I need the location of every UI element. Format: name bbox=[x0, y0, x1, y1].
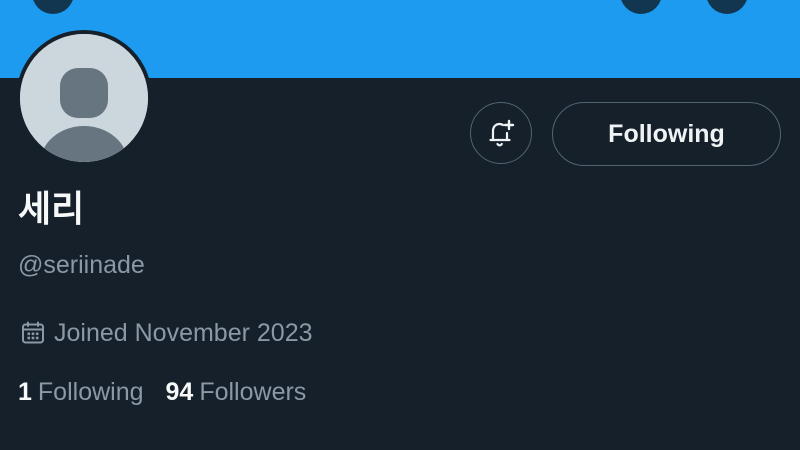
display-name: 세리 bbox=[18, 189, 85, 230]
following-label: Following bbox=[37, 378, 144, 406]
follow-stats: 1 Following 94 Followers bbox=[18, 375, 306, 409]
following-button[interactable]: Following bbox=[552, 102, 781, 166]
more-options-button[interactable] bbox=[706, 0, 748, 14]
search-button[interactable] bbox=[620, 0, 662, 14]
bell-plus-icon bbox=[489, 119, 515, 147]
joined-text: Joined November 2023 bbox=[54, 319, 313, 347]
avatar-container[interactable] bbox=[16, 30, 152, 166]
followers-count: 94 bbox=[165, 378, 194, 406]
user-handle: @seriinade bbox=[18, 251, 145, 279]
calendar-icon bbox=[20, 320, 46, 346]
followers-label: Followers bbox=[199, 378, 307, 406]
profile-page: Following 세리 @seriinade Joined November … bbox=[0, 0, 800, 450]
notification-subscribe-button[interactable] bbox=[470, 102, 532, 164]
back-button[interactable] bbox=[32, 0, 74, 14]
following-count-link[interactable]: 1 Following bbox=[18, 375, 144, 409]
avatar[interactable] bbox=[20, 34, 148, 162]
joined-date: Joined November 2023 bbox=[20, 316, 313, 350]
following-count: 1 bbox=[18, 378, 32, 406]
default-avatar-icon bbox=[20, 34, 148, 162]
followers-count-link[interactable]: 94 Followers bbox=[166, 375, 307, 409]
